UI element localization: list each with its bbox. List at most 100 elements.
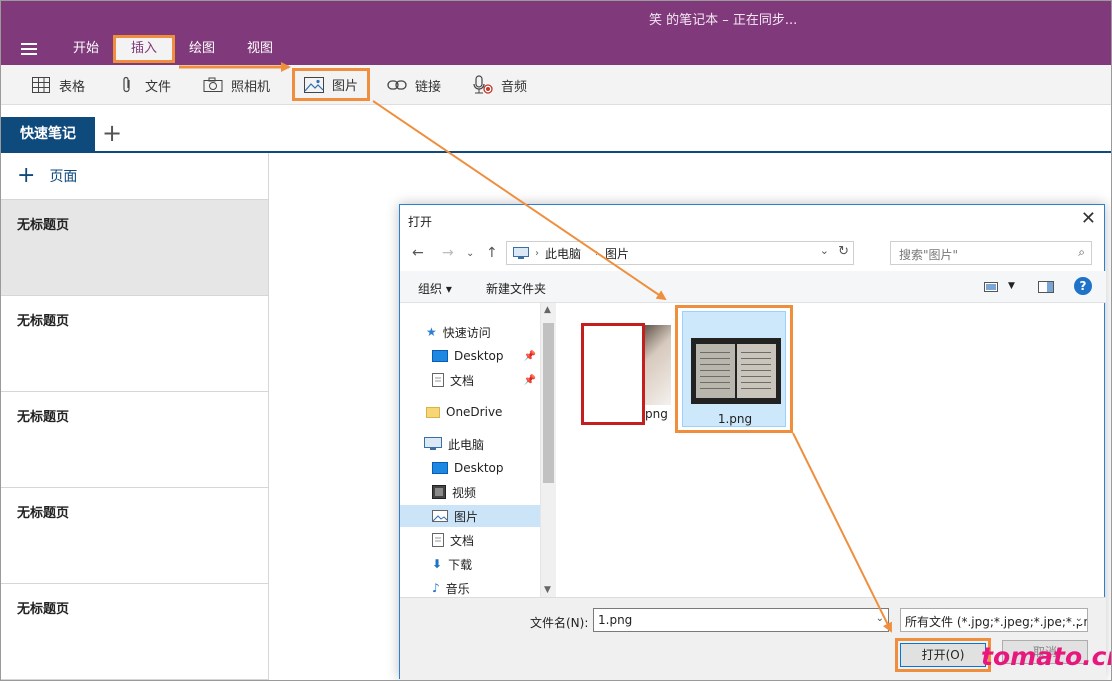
tree-item-pictures[interactable]: 图片 xyxy=(400,505,540,527)
tree-item-downloads[interactable]: ⬇ 下载 xyxy=(400,553,540,575)
file-list: png 1.png xyxy=(557,303,1104,597)
window-title: 笑 的笔记本 – 正在同步... xyxy=(649,13,798,28)
insert-audio-label: 音频 xyxy=(501,79,528,95)
video-icon xyxy=(432,485,446,499)
insert-camera-label: 照相机 xyxy=(231,79,271,95)
new-folder-button[interactable]: 新建文件夹 xyxy=(486,280,546,297)
file-type-value: 所有文件 (*.jpg;*.jpeg;*.jpe;*.png xyxy=(905,615,1088,629)
hamburger-menu-icon[interactable] xyxy=(21,43,37,55)
microphone-icon xyxy=(473,75,493,95)
insert-file-label: 文件 xyxy=(145,79,172,95)
navigation-bar: ← → ⌄ ↑ › 此电脑 › 图片 ⌄ ↻ 搜索"图片" ⌕ xyxy=(400,239,1106,269)
search-icon: ⌕ xyxy=(1078,245,1085,259)
redaction-box xyxy=(581,323,645,425)
file-type-select[interactable]: 所有文件 (*.jpg;*.jpeg;*.jpe;*.png ⌄ xyxy=(900,608,1088,632)
filename-input[interactable]: 1.png ⌄ xyxy=(593,608,889,632)
insert-link-button[interactable]: 链接 xyxy=(387,65,441,105)
navigation-pane: ★ 快速访问 Desktop 📌 文档 📌 OneDrive 此电脑 Deskt… xyxy=(400,303,540,597)
tree-item-desktop-pinned[interactable]: Desktop 📌 xyxy=(400,345,540,367)
camera-icon xyxy=(203,75,223,95)
image-thumbnail xyxy=(691,338,781,404)
scroll-up-icon[interactable]: ▲ xyxy=(544,305,551,315)
chevron-down-icon[interactable]: ⌄ xyxy=(876,613,884,624)
view-mode-icon[interactable] xyxy=(984,282,998,292)
tree-item-documents-pinned[interactable]: 文档 📌 xyxy=(400,369,540,391)
file-name: png xyxy=(645,407,668,421)
page-item[interactable]: 无标题页 xyxy=(1,392,268,488)
insert-picture-button[interactable]: 图片 xyxy=(292,68,371,101)
tree-item-label: 文档 xyxy=(450,533,475,548)
document-icon xyxy=(432,533,444,547)
page-item[interactable]: 无标题页 xyxy=(1,296,268,392)
section-tab-quick-notes[interactable]: 快速笔记 xyxy=(1,117,95,151)
tree-item-desktop[interactable]: Desktop xyxy=(400,457,540,479)
page-item[interactable]: 无标题页 xyxy=(1,488,268,584)
pin-icon[interactable]: 📌 xyxy=(524,351,536,362)
navigation-scrollbar[interactable]: ▲ ▼ xyxy=(540,303,556,597)
tree-item-label: 视频 xyxy=(452,485,477,500)
organize-label: 组织 xyxy=(418,282,443,296)
up-arrow-icon[interactable]: ↑ xyxy=(486,245,498,261)
address-bar[interactable]: › 此电脑 › 图片 ⌄ ↻ xyxy=(506,241,854,265)
breadcrumb-chevron-icon: › xyxy=(535,247,539,259)
help-icon[interactable]: ? xyxy=(1074,277,1092,295)
selected-file-tile[interactable]: 1.png xyxy=(682,311,786,427)
page-item[interactable]: 无标题页 xyxy=(1,200,268,296)
tab-home[interactable]: 开始 xyxy=(63,35,109,63)
download-icon: ⬇ xyxy=(432,557,443,571)
page-item[interactable]: 无标题页 xyxy=(1,584,268,680)
view-dropdown-icon[interactable]: ▼ xyxy=(1008,281,1015,291)
document-icon xyxy=(432,373,444,387)
add-page-button[interactable]: + 页面 xyxy=(1,153,268,200)
tree-item-documents[interactable]: 文档 xyxy=(400,529,540,551)
file-item-selected[interactable]: 1.png xyxy=(675,305,793,433)
search-input[interactable]: 搜索"图片" ⌕ xyxy=(890,241,1092,265)
tab-view[interactable]: 视图 xyxy=(237,35,283,63)
pin-icon[interactable]: 📌 xyxy=(524,375,536,386)
insert-file-button[interactable]: 文件 xyxy=(117,65,171,105)
open-file-dialog: 打开 ✕ ← → ⌄ ↑ › 此电脑 › 图片 ⌄ ↻ 搜索"图片" ⌕ 组织 … xyxy=(399,204,1106,680)
open-button-highlight: 打开(O) xyxy=(895,638,991,672)
organize-button[interactable]: 组织 ▾ xyxy=(418,280,452,297)
tree-item-label: 下载 xyxy=(448,557,473,572)
scroll-down-icon[interactable]: ▼ xyxy=(544,585,551,595)
tree-item-onedrive[interactable]: OneDrive xyxy=(400,401,540,423)
insert-camera-button[interactable]: 照相机 xyxy=(203,65,270,105)
back-arrow-icon[interactable]: ← xyxy=(412,245,424,261)
recent-locations-chevron-icon[interactable]: ⌄ xyxy=(466,248,474,259)
add-section-button[interactable]: + xyxy=(102,121,122,145)
folder-icon xyxy=(426,407,440,418)
chevron-down-icon[interactable]: ⌄ xyxy=(1074,613,1083,624)
tree-item-label: 快速访问 xyxy=(442,325,491,340)
breadcrumb-this-pc[interactable]: 此电脑 xyxy=(545,245,581,262)
tree-item-music[interactable]: ♪ 音乐 xyxy=(400,577,540,599)
file-name: 1.png xyxy=(717,412,753,426)
command-bar: 组织 ▾ 新建文件夹 ▼ ? xyxy=(400,271,1106,303)
tree-item-label: Desktop xyxy=(454,349,504,363)
preview-pane-icon[interactable] xyxy=(1038,281,1054,293)
tree-item-label: 音乐 xyxy=(445,581,470,596)
tree-item-this-pc[interactable]: 此电脑 xyxy=(400,433,540,455)
paperclip-icon xyxy=(117,75,137,95)
insert-table-button[interactable]: 表格 xyxy=(31,65,85,105)
picture-icon xyxy=(432,510,448,522)
breadcrumb-pictures[interactable]: 图片 xyxy=(605,245,629,262)
tab-insert[interactable]: 插入 xyxy=(113,35,175,63)
dialog-title: 打开 xyxy=(408,215,433,229)
title-bar: 笑 的笔记本 – 正在同步... 开始 插入 绘图 视图 xyxy=(1,1,1111,65)
tree-item-quick-access[interactable]: ★ 快速访问 xyxy=(400,321,540,343)
search-placeholder: 搜索"图片" xyxy=(899,248,959,262)
address-dropdown-icon[interactable]: ⌄ xyxy=(820,244,829,257)
refresh-icon[interactable]: ↻ xyxy=(838,244,849,259)
tab-draw[interactable]: 绘图 xyxy=(179,35,225,63)
open-button[interactable]: 打开(O) xyxy=(900,643,986,667)
tree-item-label: OneDrive xyxy=(446,405,503,419)
tree-item-label: 此电脑 xyxy=(448,437,485,452)
close-icon[interactable]: ✕ xyxy=(1081,208,1096,229)
tree-item-label: 图片 xyxy=(454,509,479,524)
forward-arrow-icon[interactable]: → xyxy=(442,245,454,261)
tree-item-videos[interactable]: 视频 xyxy=(400,481,540,503)
scrollbar-thumb[interactable] xyxy=(543,323,554,483)
star-icon: ★ xyxy=(426,325,437,339)
insert-audio-button[interactable]: 音频 xyxy=(473,65,527,105)
